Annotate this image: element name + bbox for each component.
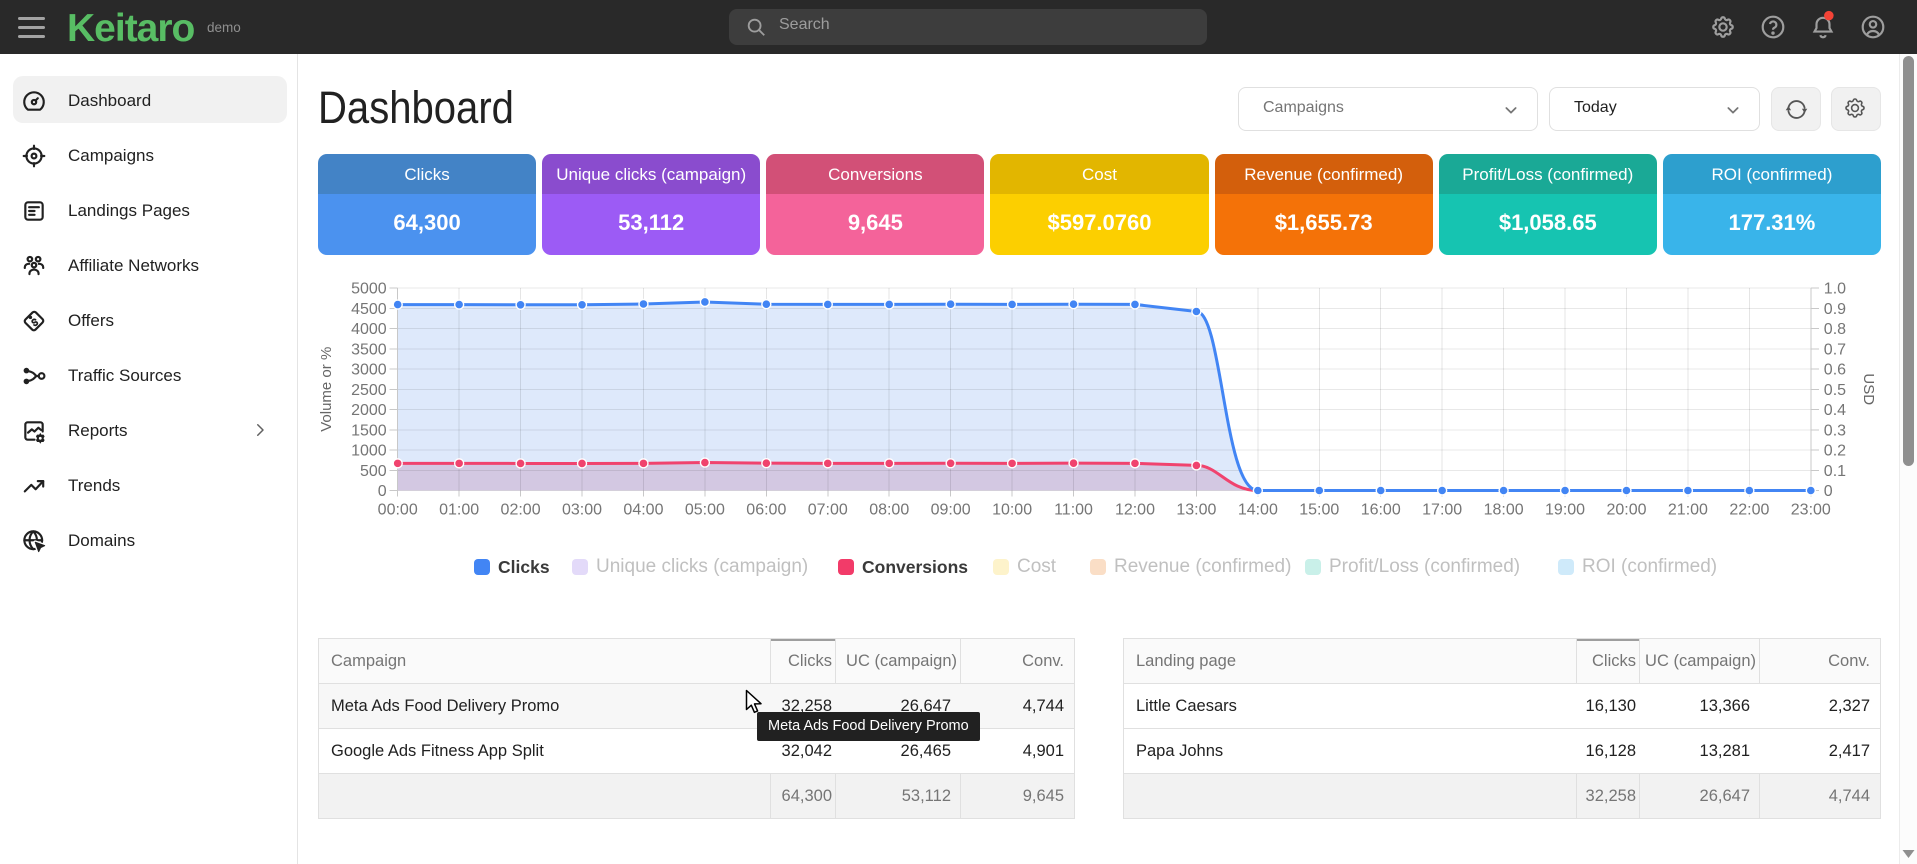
svg-text:3000: 3000 xyxy=(351,362,387,379)
svg-text:0: 0 xyxy=(378,483,387,500)
svg-text:02:00: 02:00 xyxy=(501,502,541,519)
svg-text:0.3: 0.3 xyxy=(1824,422,1846,439)
svg-text:09:00: 09:00 xyxy=(931,502,971,519)
svg-text:0.9: 0.9 xyxy=(1824,301,1846,318)
svg-text:23:00: 23:00 xyxy=(1791,502,1831,519)
svg-text:07:00: 07:00 xyxy=(808,502,848,519)
svg-text:19:00: 19:00 xyxy=(1545,502,1585,519)
svg-text:3500: 3500 xyxy=(351,341,387,358)
svg-text:18:00: 18:00 xyxy=(1484,502,1524,519)
svg-text:05:00: 05:00 xyxy=(685,502,725,519)
svg-text:01:00: 01:00 xyxy=(439,502,479,519)
svg-text:0.5: 0.5 xyxy=(1824,382,1846,399)
svg-text:10:00: 10:00 xyxy=(992,502,1032,519)
svg-text:Volume or %: Volume or % xyxy=(318,347,335,432)
svg-text:4000: 4000 xyxy=(351,321,387,338)
svg-text:11:00: 11:00 xyxy=(1054,502,1093,519)
svg-text:17:00: 17:00 xyxy=(1422,502,1462,519)
svg-text:22:00: 22:00 xyxy=(1729,502,1769,519)
svg-text:1000: 1000 xyxy=(351,443,387,460)
svg-text:00:00: 00:00 xyxy=(378,502,418,519)
svg-text:0: 0 xyxy=(1824,483,1833,500)
svg-text:03:00: 03:00 xyxy=(562,502,602,519)
svg-text:5000: 5000 xyxy=(351,281,387,298)
svg-text:16:00: 16:00 xyxy=(1361,502,1401,519)
svg-text:06:00: 06:00 xyxy=(746,502,786,519)
svg-text:13:00: 13:00 xyxy=(1176,502,1216,519)
svg-text:0.1: 0.1 xyxy=(1824,463,1846,480)
svg-text:15:00: 15:00 xyxy=(1299,502,1339,519)
svg-text:0.2: 0.2 xyxy=(1824,443,1846,460)
svg-text:12:00: 12:00 xyxy=(1115,502,1155,519)
svg-text:08:00: 08:00 xyxy=(869,502,909,519)
svg-text:0.6: 0.6 xyxy=(1824,362,1846,379)
svg-text:14:00: 14:00 xyxy=(1238,502,1278,519)
svg-text:0.8: 0.8 xyxy=(1824,321,1846,338)
svg-text:500: 500 xyxy=(360,463,387,480)
svg-text:20:00: 20:00 xyxy=(1606,502,1646,519)
svg-text:2000: 2000 xyxy=(351,402,387,419)
svg-text:1500: 1500 xyxy=(351,422,387,439)
svg-text:2500: 2500 xyxy=(351,382,387,399)
svg-text:USD: USD xyxy=(1860,373,1877,405)
svg-text:0.7: 0.7 xyxy=(1824,341,1846,358)
svg-text:0.4: 0.4 xyxy=(1824,402,1846,419)
svg-text:21:00: 21:00 xyxy=(1668,502,1708,519)
svg-text:04:00: 04:00 xyxy=(623,502,663,519)
svg-text:1.0: 1.0 xyxy=(1824,281,1846,298)
svg-text:4500: 4500 xyxy=(351,301,387,318)
